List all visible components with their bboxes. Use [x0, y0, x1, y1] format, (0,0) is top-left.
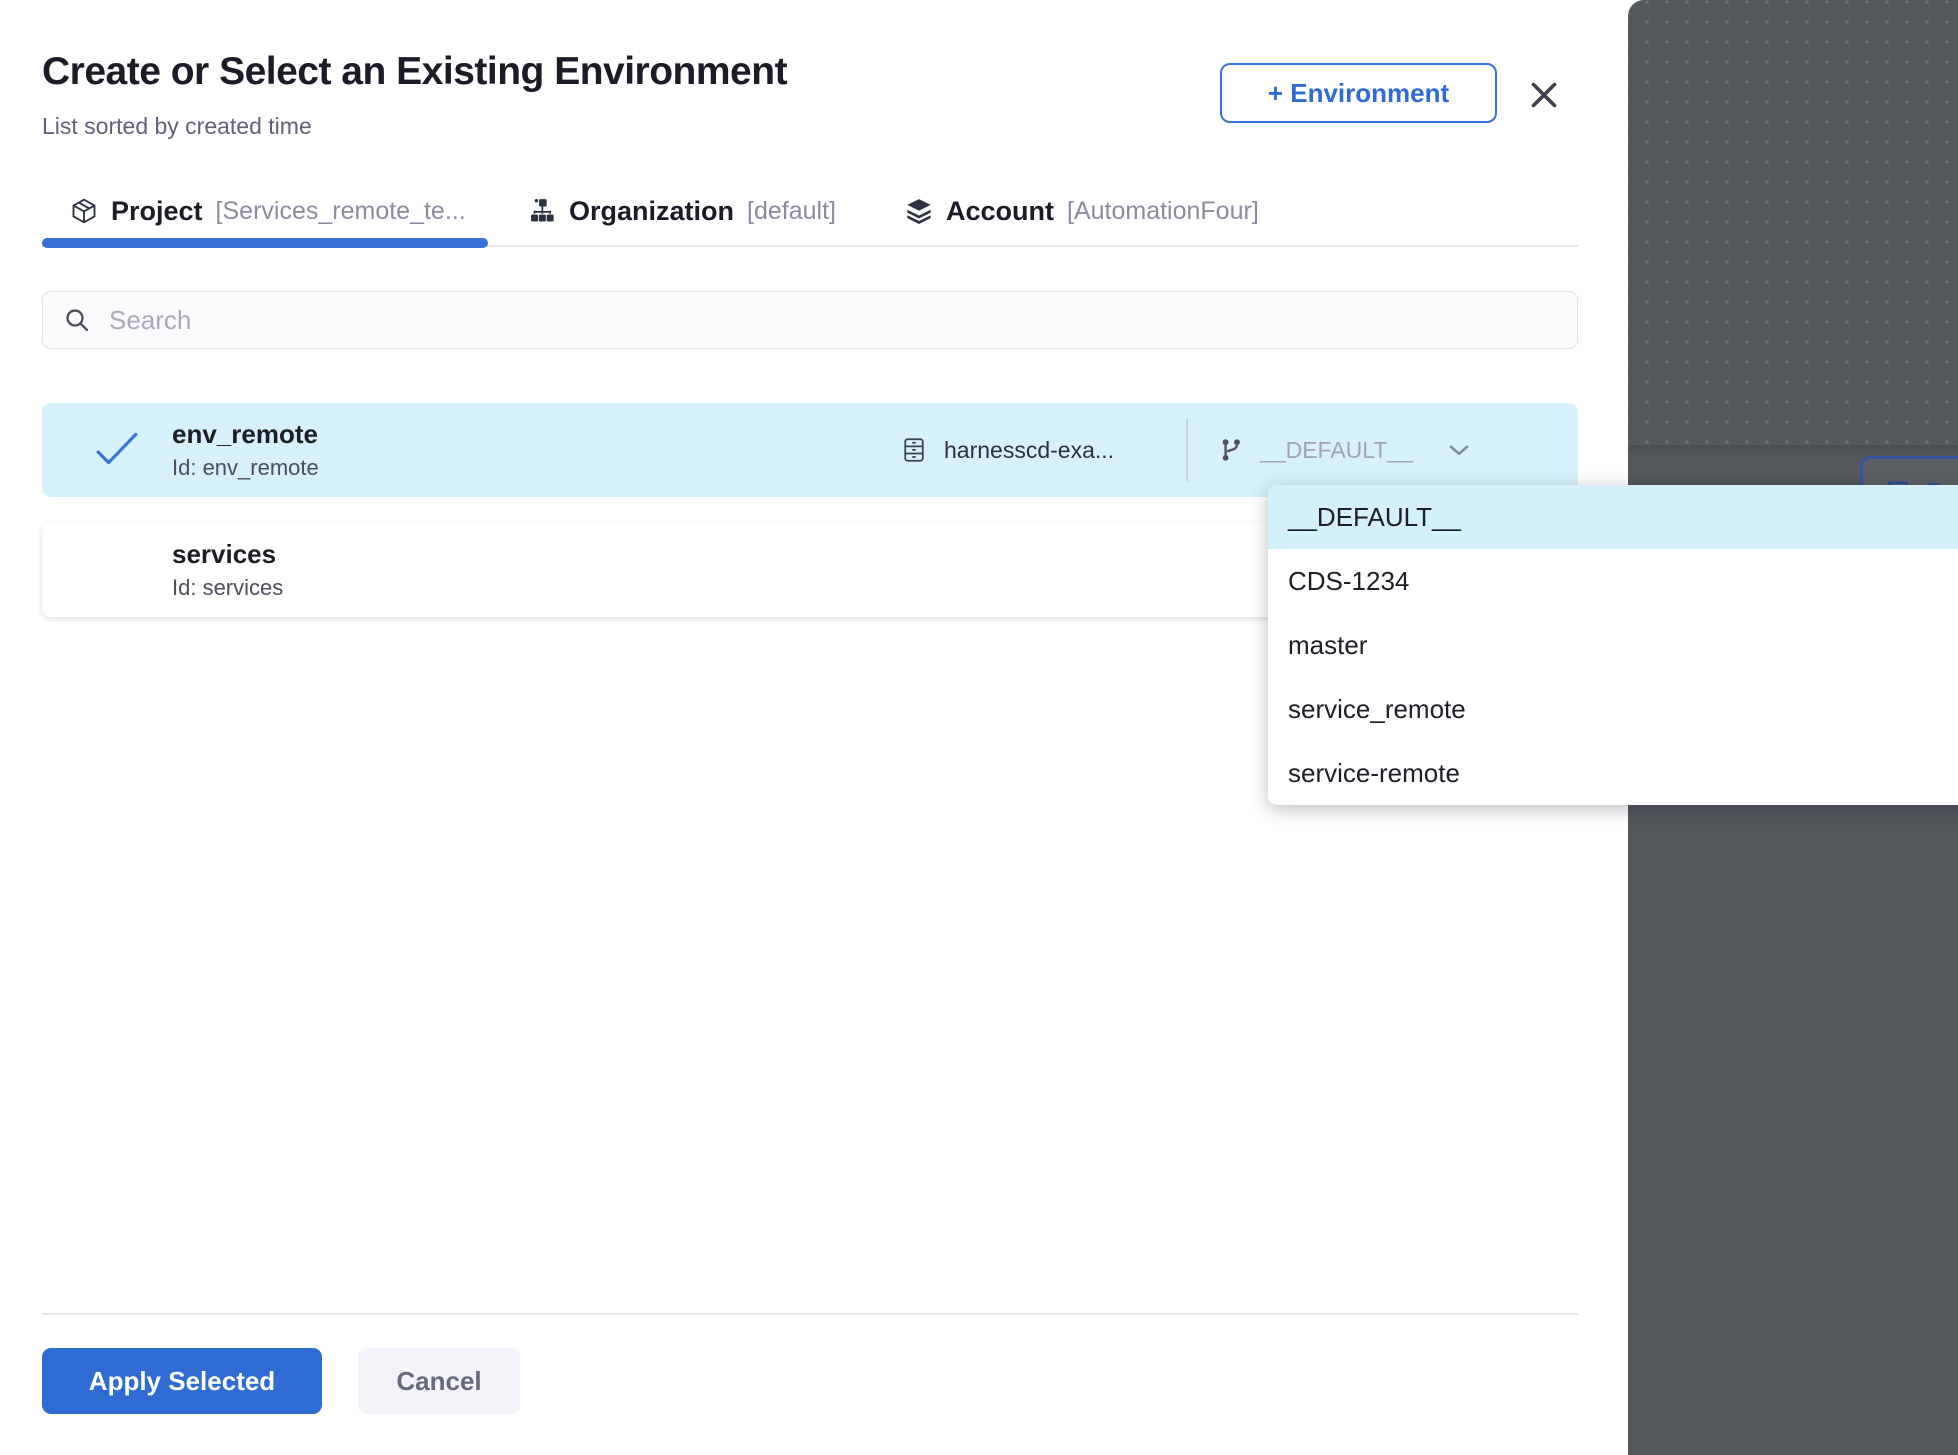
- repo-name: harnesscd-exa...: [944, 437, 1114, 464]
- apply-selected-label: Apply Selected: [89, 1366, 275, 1397]
- search-box: [42, 291, 1578, 349]
- search-icon: [63, 306, 91, 334]
- tab-project-scope: [Services_remote_te...: [216, 197, 466, 226]
- tab-organization-scope: [default]: [747, 197, 836, 226]
- row-divider: [1186, 419, 1188, 481]
- close-button[interactable]: [1522, 73, 1566, 117]
- close-icon: [1526, 77, 1562, 113]
- repository-icon: [900, 435, 928, 465]
- tab-account-label: Account: [946, 196, 1054, 227]
- environment-row-env-remote[interactable]: env_remote Id: env_remote harnesscd-exa.…: [42, 403, 1578, 497]
- check-icon: [94, 429, 140, 469]
- branch-option-default[interactable]: __DEFAULT__: [1268, 485, 1958, 549]
- tab-project[interactable]: Project [Services_remote_te...: [70, 190, 466, 232]
- tab-organization[interactable]: Organization [default]: [528, 190, 836, 232]
- cancel-label: Cancel: [396, 1366, 481, 1397]
- tab-account-scope: [AutomationFour]: [1067, 197, 1259, 226]
- tab-organization-label: Organization: [569, 196, 734, 227]
- cancel-button[interactable]: Cancel: [358, 1348, 520, 1414]
- page-title: Create or Select an Existing Environment: [42, 50, 787, 94]
- canvas-edge-shadow: [1628, 445, 1958, 455]
- branch-option-service-dash-remote[interactable]: service-remote: [1268, 741, 1958, 805]
- repo-group: harnesscd-exa...: [900, 403, 1114, 497]
- org-chart-icon: [528, 197, 556, 225]
- canvas-dot-grid: [1628, 0, 1958, 445]
- layers-icon: [905, 197, 933, 225]
- cube-icon: [70, 197, 98, 225]
- branch-option-service-underscore-remote[interactable]: service_remote: [1268, 677, 1958, 741]
- branch-dropdown-menu: __DEFAULT__ CDS-1234 master service_remo…: [1268, 485, 1958, 805]
- branch-option-cds-1234[interactable]: CDS-1234: [1268, 549, 1958, 613]
- branch-select[interactable]: __DEFAULT__: [1218, 403, 1508, 497]
- new-environment-button-label: + Environment: [1268, 78, 1449, 109]
- screen: Sav Create or Select an Existing Environ…: [0, 0, 1958, 1455]
- chevron-down-icon: [1446, 437, 1472, 463]
- environment-id: Id: env_remote: [172, 455, 319, 481]
- environment-id: Id: services: [172, 575, 283, 601]
- environment-name: env_remote: [172, 419, 318, 450]
- search-input[interactable]: [109, 305, 1509, 336]
- branch-select-value: __DEFAULT__: [1260, 437, 1430, 464]
- branch-option-master[interactable]: master: [1268, 613, 1958, 677]
- page-subtitle: List sorted by created time: [42, 113, 312, 140]
- footer-divider: [42, 1313, 1578, 1315]
- tab-project-label: Project: [111, 196, 203, 227]
- tab-account[interactable]: Account [AutomationFour]: [905, 190, 1259, 232]
- active-tab-underline: [42, 238, 488, 248]
- new-environment-button[interactable]: + Environment: [1220, 63, 1497, 123]
- git-branch-icon: [1218, 437, 1244, 463]
- apply-selected-button[interactable]: Apply Selected: [42, 1348, 322, 1414]
- environment-name: services: [172, 539, 276, 570]
